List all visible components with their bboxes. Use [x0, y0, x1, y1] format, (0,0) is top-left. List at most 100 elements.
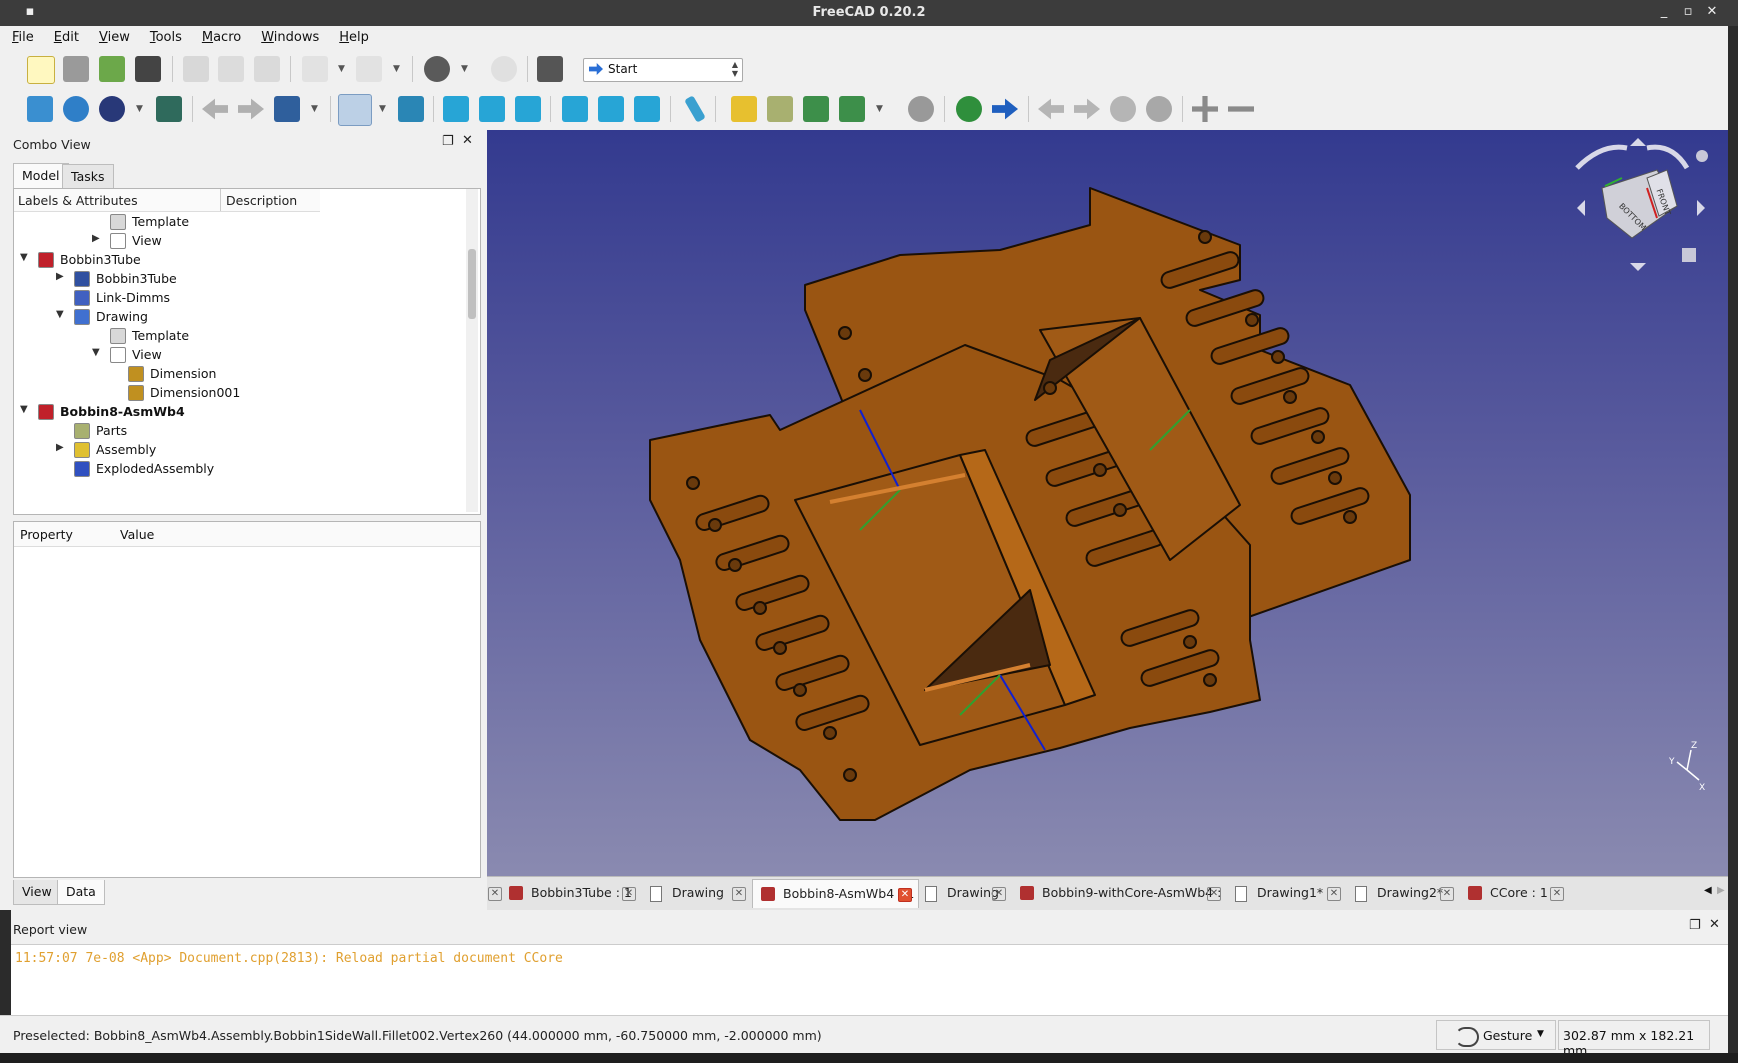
tree-row[interactable]: Template	[14, 212, 464, 233]
tree-row[interactable]: ▼ Drawing	[14, 307, 464, 328]
tree-row[interactable]: Link-Dimms	[14, 288, 464, 309]
report-output[interactable]: 11:57:07 7e-08 <App> Document.cpp(2813):…	[11, 944, 1728, 1015]
header-property[interactable]: Property	[20, 527, 73, 542]
tab-model[interactable]: Model	[13, 163, 69, 188]
workbench-selector[interactable]: Start ▲ ▼	[583, 58, 743, 82]
link-dropdown-icon[interactable]: ▼	[876, 104, 884, 114]
tree-row[interactable]: ▶ Bobbin3Tube	[14, 269, 464, 290]
close-panel-icon[interactable]: ✕	[462, 133, 473, 148]
tree-scrollbar[interactable]	[466, 189, 478, 512]
navigation-style-button[interactable]: Gesture ▼	[1436, 1020, 1556, 1050]
part-icon[interactable]	[731, 96, 757, 122]
web-forward-icon[interactable]	[1074, 98, 1100, 120]
undo-icon[interactable]	[302, 56, 328, 82]
zoom-out-icon[interactable]	[1228, 106, 1254, 112]
close-tab-icon[interactable]: ✕	[992, 887, 1006, 901]
view-menu-icon[interactable]	[1682, 248, 1696, 262]
menu-tools[interactable]: Tools	[138, 26, 190, 45]
right-view-icon[interactable]	[515, 96, 541, 122]
web-home-icon[interactable]	[956, 96, 982, 122]
zoom-in-icon[interactable]	[1192, 96, 1218, 122]
menu-file[interactable]: File	[0, 26, 42, 45]
menu-macro[interactable]: Macro	[190, 26, 249, 45]
front-view-icon[interactable]	[443, 96, 469, 122]
draw-style-dropdown-icon[interactable]: ▼	[136, 104, 144, 114]
save-icon[interactable]	[99, 56, 125, 82]
tree-row[interactable]: ▶ Assembly	[14, 440, 464, 461]
bounding-box-icon[interactable]	[156, 96, 182, 122]
report-float-icon[interactable]: ❐	[1689, 918, 1701, 933]
rotate-right-icon[interactable]	[1646, 144, 1690, 170]
menu-help[interactable]: Help	[327, 26, 377, 45]
orbit-down-icon[interactable]	[1630, 263, 1646, 271]
fit-selection-icon[interactable]	[63, 96, 89, 122]
web-stop-icon[interactable]	[1146, 96, 1172, 122]
new-document-icon[interactable]	[27, 56, 55, 84]
maximize-icon[interactable]: ▫	[1680, 4, 1696, 20]
tree-row[interactable]: ▼ View	[14, 345, 464, 366]
tree-row[interactable]: Template	[14, 326, 464, 347]
link-icon[interactable]	[803, 96, 829, 122]
header-value[interactable]: Value	[120, 527, 154, 542]
measure-icon[interactable]	[684, 95, 706, 123]
minimize-icon[interactable]: _	[1656, 4, 1672, 20]
doc-tab[interactable]: CCore : 1 ✕	[1460, 879, 1570, 907]
close-window-icon[interactable]: ✕	[1704, 4, 1720, 20]
tab-data[interactable]: Data	[57, 880, 105, 905]
header-labels[interactable]: Labels & Attributes	[18, 193, 138, 208]
copy-icon[interactable]	[218, 56, 244, 82]
link-actions-icon[interactable]	[839, 96, 865, 122]
3d-viewport[interactable]: BOTTOM FRONT Z Y X	[487, 130, 1728, 876]
whats-this-icon[interactable]	[537, 56, 563, 82]
tree-row[interactable]: ▼ Bobbin8-AsmWb4	[14, 402, 464, 423]
orbit-left-icon[interactable]	[1577, 200, 1585, 216]
group-icon[interactable]	[767, 96, 793, 122]
recompute-dropdown-icon[interactable]: ▼	[461, 64, 469, 74]
redo-icon[interactable]	[356, 56, 382, 82]
tree-row[interactable]: ▶ View	[14, 231, 464, 252]
doc-tab[interactable]: Drawing ✕	[642, 879, 752, 907]
doc-tab[interactable]: Drawing2* ✕	[1347, 879, 1460, 907]
tab-view[interactable]: View	[13, 880, 61, 905]
recompute-check-icon[interactable]	[424, 56, 450, 82]
menu-view[interactable]: View	[87, 26, 138, 45]
close-tab-icon[interactable]: ✕	[1207, 887, 1221, 901]
close-tab-icon[interactable]: ✕	[1440, 887, 1454, 901]
doc-tab[interactable]: Bobbin8-AsmWb4 : 1 ✕	[752, 879, 919, 908]
back-icon[interactable]	[202, 98, 228, 120]
rear-view-icon[interactable]	[562, 96, 588, 122]
orbit-up-icon[interactable]	[1630, 138, 1646, 146]
close-tab-icon[interactable]: ✕	[622, 887, 636, 901]
forward-icon[interactable]	[238, 98, 264, 120]
std-views-icon[interactable]	[338, 94, 372, 126]
open-icon[interactable]	[63, 56, 89, 82]
doc-tab[interactable]: Drawing ✕	[917, 879, 1012, 907]
tree-row[interactable]: ▼ Bobbin3Tube	[14, 250, 464, 271]
tree-row[interactable]: Dimension	[14, 364, 464, 385]
sync-view-icon[interactable]	[274, 96, 300, 122]
menu-edit[interactable]: Edit	[42, 26, 87, 45]
float-panel-icon[interactable]: ❐	[442, 134, 454, 149]
tab-scroll-left-icon[interactable]: ◀	[1704, 885, 1712, 896]
paste-icon[interactable]	[254, 56, 280, 82]
expand-arrow-icon[interactable]: ▶	[92, 233, 100, 244]
collapse-arrow-icon[interactable]: ▼	[56, 309, 64, 320]
clipping-icon[interactable]	[908, 96, 934, 122]
close-tab-icon[interactable]: ✕	[732, 887, 746, 901]
close-tab-icon[interactable]: ✕	[1550, 887, 1564, 901]
web-back-icon[interactable]	[1038, 98, 1064, 120]
isometric-icon[interactable]	[398, 96, 424, 122]
sync-dropdown-icon[interactable]: ▼	[311, 104, 319, 114]
refresh-icon[interactable]	[491, 56, 517, 82]
doc-tab[interactable]: Bobbin9-withCore-AsmWb4 : 1*✕	[1012, 879, 1227, 928]
tree-row[interactable]: Parts	[14, 421, 464, 442]
expand-arrow-icon[interactable]: ▶	[56, 271, 64, 282]
tree-row[interactable]: ExplodedAssembly	[14, 459, 464, 480]
collapse-arrow-icon[interactable]: ▼	[92, 347, 100, 358]
fit-all-icon[interactable]	[27, 96, 53, 122]
tab-scroll-right-icon[interactable]: ▶	[1717, 885, 1725, 896]
doc-tab[interactable]: Drawing1* ✕	[1227, 879, 1347, 907]
scroll-thumb[interactable]	[468, 249, 476, 319]
expand-arrow-icon[interactable]: ▶	[56, 442, 64, 453]
redo-dropdown-icon[interactable]: ▼	[393, 64, 401, 74]
